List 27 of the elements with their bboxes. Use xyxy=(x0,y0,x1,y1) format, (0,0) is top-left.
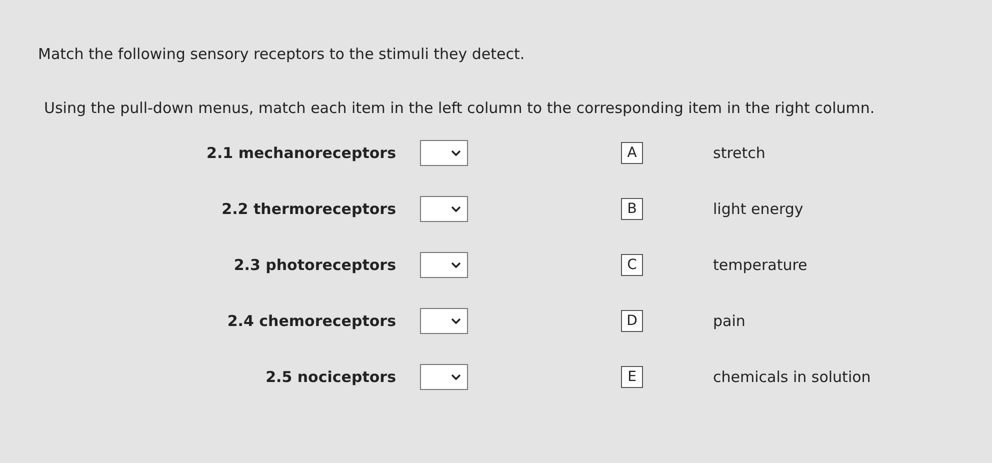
answer-dropdown[interactable] xyxy=(420,364,468,390)
receptor-label: 2.5 nociceptors xyxy=(266,366,396,388)
stimulus-text: light energy xyxy=(713,198,804,220)
receptor-label: 2.3 photoreceptors xyxy=(234,254,396,276)
chevron-down-icon xyxy=(451,262,461,268)
receptor-label: 2.2 thermoreceptors xyxy=(222,198,396,220)
stimulus-text: chemicals in solution xyxy=(713,366,871,388)
stimulus-text: temperature xyxy=(713,254,808,276)
chevron-down-icon xyxy=(451,206,461,212)
stimulus-text: stretch xyxy=(713,142,766,164)
chevron-down-icon xyxy=(451,150,461,156)
chevron-down-icon xyxy=(451,374,461,380)
chevron-down-icon xyxy=(451,318,461,324)
receptor-label: 2.4 chemoreceptors xyxy=(227,310,396,332)
option-letter: E xyxy=(621,366,643,388)
receptor-label: 2.1 mechanoreceptors xyxy=(206,142,396,164)
question-title: Match the following sensory receptors to the stimuli they detect. xyxy=(38,44,525,65)
answer-dropdown[interactable] xyxy=(420,308,468,334)
option-letter: B xyxy=(621,198,643,220)
answer-dropdown[interactable] xyxy=(420,140,468,166)
option-letter: A xyxy=(621,142,643,164)
option-letter: D xyxy=(621,310,643,332)
option-letter: C xyxy=(621,254,643,276)
answer-dropdown[interactable] xyxy=(420,196,468,222)
instructions-text: Using the pull-down menus, match each item in the left column to the corresponding item in the right column. xyxy=(43,98,875,119)
answer-dropdown[interactable] xyxy=(420,252,468,278)
stimulus-text: pain xyxy=(713,310,746,332)
